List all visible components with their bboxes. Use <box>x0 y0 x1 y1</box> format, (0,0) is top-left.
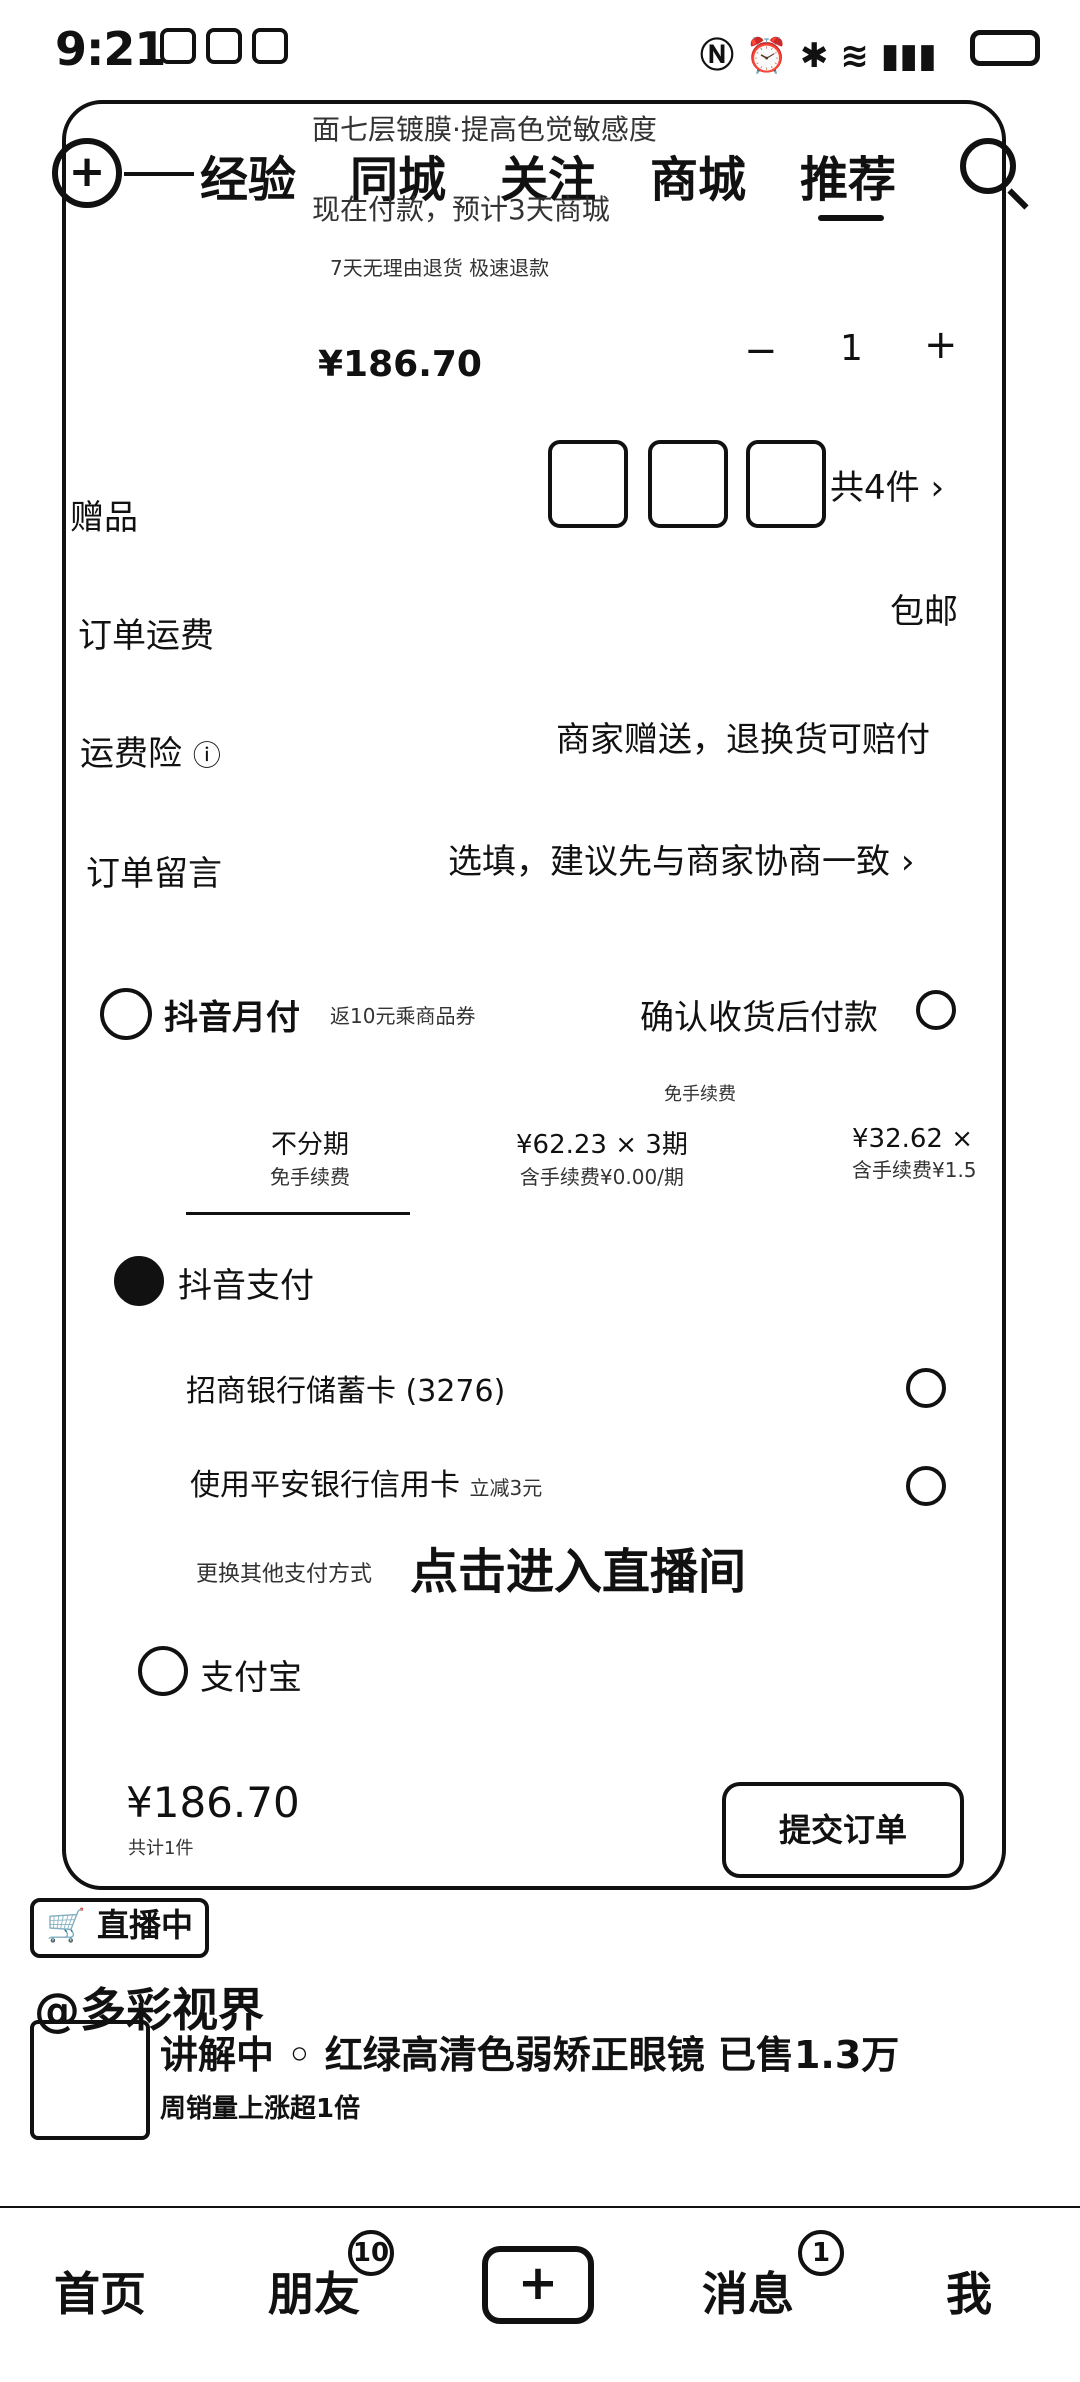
installment-title: ¥62.23 × 3期 <box>516 1130 688 1160</box>
bank-option-2[interactable]: 使用平安银行信用卡 立减3元 <box>190 1460 542 1504</box>
nav-friends[interactable]: 朋友 <box>268 2258 360 2324</box>
nav-home[interactable]: 首页 <box>54 2258 146 2324</box>
notification-icon <box>160 28 196 64</box>
bank-option-2-label: 使用平安银行信用卡 <box>190 1468 460 1503</box>
more-payment-methods[interactable]: 更换其他支付方式 <box>196 1556 372 1588</box>
search-icon[interactable] <box>960 138 1016 194</box>
submit-order-button[interactable]: 提交订单 <box>722 1782 964 1878</box>
tab-recommend[interactable]: 推荐 <box>800 140 896 210</box>
monthly-free: 免手续费 <box>664 1084 736 1105</box>
wifi-icon: ≋ <box>840 36 869 76</box>
alarm-icon: ⏰ <box>745 36 789 76</box>
insurance-label: 运费险 <box>80 734 182 774</box>
tab-mall[interactable]: 商城 <box>650 140 746 210</box>
qty-plus-button[interactable]: + <box>924 322 958 368</box>
footer-sub: 共计1件 <box>128 1838 194 1859</box>
installment-sub: 含手续费¥0.00/期 <box>519 1165 684 1189</box>
message-placeholder: 选填，建议先与商家协商一致 <box>448 842 890 882</box>
bank-option-2-promo: 立减3元 <box>469 1476 543 1500</box>
gift-count: 共4件 <box>830 468 920 508</box>
live-tag-label: 直播中 <box>96 1906 193 1944</box>
installment-selected-underline <box>186 1212 410 1215</box>
installment-option-2[interactable]: ¥62.23 × 3期 含手续费¥0.00/期 <box>516 1124 688 1190</box>
installment-title: 不分期 <box>270 1130 349 1160</box>
active-tab-indicator <box>818 215 884 221</box>
gift-label: 赠品 <box>70 498 138 538</box>
radio-bank-1[interactable] <box>906 1368 946 1408</box>
installment-sub: 含手续费¥1.5 <box>852 1158 977 1182</box>
tab-experience[interactable]: 经验 <box>200 140 296 210</box>
notification-icon-3 <box>252 28 288 64</box>
product-thumbnail[interactable] <box>30 2020 150 2140</box>
product-line[interactable]: 讲解中 ◦ 红绿高清色弱矫正眼镜 已售1.3万 <box>160 2024 899 2079</box>
gift-thumb-3[interactable] <box>746 440 826 528</box>
douyin-pay-label: 抖音支付 <box>178 1266 314 1306</box>
shipping-label: 订单运费 <box>78 616 214 656</box>
installment-sub: 免手续费 <box>270 1165 350 1189</box>
status-time: 9:21 <box>55 22 166 76</box>
alipay-icon <box>138 1646 188 1696</box>
message-label: 订单留言 <box>86 854 222 894</box>
monthly-right-text: 确认收货后付款 <box>640 998 878 1038</box>
footer-price: ¥186.70 <box>126 1778 300 1827</box>
help-icon[interactable]: ⓘ <box>193 739 221 772</box>
message-input[interactable]: 选填，建议先与商家协商一致 › <box>448 834 914 883</box>
gift-thumb-2[interactable] <box>648 440 728 528</box>
chevron-right-icon: › <box>930 468 945 508</box>
monthly-pay-label: 抖音月付 <box>164 998 300 1038</box>
notification-icon-2 <box>206 28 242 64</box>
messages-badge: 1 <box>798 2230 844 2276</box>
nav-me[interactable]: 我 <box>946 2258 992 2324</box>
chevron-right-icon: › <box>900 842 915 882</box>
douyin-pay-icon <box>114 1256 164 1306</box>
checkmark-icon[interactable] <box>916 990 956 1030</box>
insurance-row: 运费险 ⓘ <box>80 726 221 775</box>
douyin-monthly-icon <box>100 988 152 1040</box>
bluetooth-icon: ✱ <box>800 36 829 76</box>
nav-line <box>124 172 194 176</box>
cart-icon: 🛒 <box>46 1906 86 1944</box>
qty-minus-button[interactable]: − <box>744 328 778 374</box>
product-sub: 周销量上涨超1倍 <box>160 2094 361 2124</box>
shipping-value: 包邮 <box>890 592 958 632</box>
promo-line-2: 现在付款，预计3天商城 <box>312 193 610 226</box>
nav-messages[interactable]: 消息 <box>702 2258 794 2324</box>
status-icons: Ⓝ ⏰ ✱ ≋ ▮▮▮ <box>700 28 937 77</box>
radio-bank-2[interactable] <box>906 1466 946 1506</box>
status-bar: 9:21 Ⓝ ⏰ ✱ ≋ ▮▮▮ <box>0 0 1080 100</box>
monthly-promo: 返10元乘商品券 <box>330 1004 476 1028</box>
bank-option-1[interactable]: 招商银行储蓄卡 (3276) <box>186 1366 505 1410</box>
add-icon[interactable]: + <box>52 138 122 208</box>
enter-live-room[interactable]: 点击进入直播间 <box>410 1532 746 1602</box>
gift-thumb-1[interactable] <box>548 440 628 528</box>
signal-icon: ▮▮▮ <box>880 36 937 76</box>
battery-icon <box>970 30 1040 66</box>
installment-title: ¥32.62 × <box>852 1124 974 1154</box>
nfc-icon: Ⓝ <box>700 36 734 76</box>
qty-value: 1 <box>840 328 863 369</box>
bottom-nav-divider <box>0 2206 1080 2208</box>
installment-option-1[interactable]: 不分期 免手续费 <box>270 1124 350 1190</box>
installment-option-3[interactable]: ¥32.62 × 含手续费¥1.5 <box>852 1124 977 1183</box>
gift-count-link[interactable]: 共4件 › <box>830 460 944 509</box>
friends-badge: 10 <box>348 2230 394 2276</box>
promo-line-1: 面七层镀膜·提高色觉敏感度 <box>312 113 657 146</box>
create-button[interactable]: + <box>482 2246 594 2324</box>
item-price: ¥186.70 <box>318 344 482 385</box>
promo-line-3: 7天无理由退货 极速退款 <box>330 256 550 280</box>
alipay-label[interactable]: 支付宝 <box>200 1650 302 1699</box>
insurance-value: 商家赠送，退换货可赔付 <box>556 720 930 760</box>
live-tag[interactable]: 🛒 直播中 <box>30 1898 209 1958</box>
